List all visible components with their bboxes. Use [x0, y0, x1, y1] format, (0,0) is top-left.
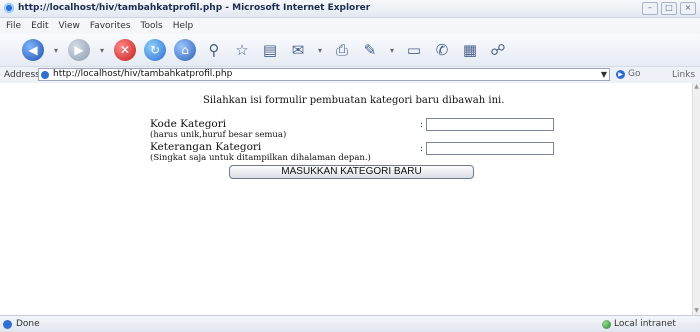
- kode-kategori-label: Kode Kategori: [150, 118, 227, 130]
- address-bar: Address http://localhost/hiv/tambahkatpr…: [0, 66, 700, 84]
- people-icon[interactable]: ☍: [488, 39, 508, 61]
- menu-tools[interactable]: Tools: [141, 21, 163, 31]
- forward-dropdown-icon[interactable]: ▾: [98, 39, 106, 61]
- print-icon[interactable]: ⎙: [332, 39, 352, 61]
- maximize-icon[interactable]: □: [661, 2, 677, 15]
- submit-kategori-button[interactable]: MASUKKAN KATEGORI BARU: [229, 165, 474, 179]
- keterangan-colon: :: [420, 144, 424, 154]
- address-input[interactable]: http://localhost/hiv/tambahkatprofil.php…: [38, 68, 610, 81]
- menu-favorites[interactable]: Favorites: [90, 21, 131, 31]
- security-zone: Local intranet: [602, 319, 676, 329]
- intranet-globe-icon: [602, 319, 611, 329]
- toolbar: ◀ ▾ ▶ ▾ ✕ ↻ ⌂ ⚲ ☆ ▤ ✉ ▾ ⎙ ✎ ▾ ▭ ✆ ▦ ☍: [0, 34, 700, 66]
- address-label: Address: [4, 70, 40, 80]
- address-dropdown-icon[interactable]: ▼: [601, 69, 607, 80]
- forward-icon[interactable]: ▶: [68, 39, 90, 61]
- close-icon[interactable]: ×: [680, 2, 696, 15]
- title-bar: http://localhost/hiv/tambahkatprofil.php…: [0, 0, 700, 18]
- kode-colon: :: [420, 120, 424, 130]
- favorites-star-icon[interactable]: ☆: [232, 39, 252, 61]
- status-page-icon: [3, 320, 12, 329]
- go-arrow-icon: ▶: [616, 69, 625, 79]
- kode-kategori-hint: (harus unik,huruf besar semua): [150, 130, 287, 140]
- go-button[interactable]: ▶ Go: [616, 69, 640, 79]
- menu-view[interactable]: View: [59, 21, 80, 31]
- home-icon[interactable]: ⌂: [174, 39, 196, 61]
- research-icon[interactable]: ▦: [460, 39, 480, 61]
- ie-logo-icon: [4, 3, 14, 13]
- back-dropdown-icon[interactable]: ▾: [52, 39, 60, 61]
- edit-icon[interactable]: ✎: [360, 39, 380, 61]
- keterangan-kategori-hint: (Singkat saja untuk ditampilkan dihalama…: [150, 153, 371, 163]
- kode-kategori-input[interactable]: [426, 118, 554, 131]
- refresh-icon[interactable]: ↻: [144, 39, 166, 61]
- menu-help[interactable]: Help: [173, 21, 194, 31]
- edit-dropdown-icon[interactable]: ▾: [388, 39, 396, 61]
- page-icon: [41, 71, 49, 79]
- keterangan-kategori-label: Keterangan Kategori: [150, 141, 262, 153]
- discuss-icon[interactable]: ▭: [404, 39, 424, 61]
- scroll-down-icon[interactable]: ▼: [693, 307, 700, 315]
- window-title: http://localhost/hiv/tambahkatprofil.php…: [18, 3, 371, 13]
- menu-edit[interactable]: Edit: [31, 21, 48, 31]
- form-intro: Silahkan isi formulir pembuatan kategori…: [203, 95, 505, 106]
- links-button[interactable]: Links: [672, 70, 695, 80]
- stop-icon[interactable]: ✕: [114, 39, 136, 61]
- menu-bar: File Edit View Favorites Tools Help: [0, 18, 700, 34]
- search-icon[interactable]: ⚲: [204, 39, 224, 61]
- back-icon[interactable]: ◀: [22, 39, 44, 61]
- minimize-icon[interactable]: –: [642, 2, 658, 15]
- messenger-icon[interactable]: ✆: [432, 39, 452, 61]
- menu-file[interactable]: File: [6, 21, 21, 31]
- go-label: Go: [628, 69, 641, 79]
- keterangan-kategori-input[interactable]: [426, 142, 554, 155]
- window-controls: – □ ×: [642, 2, 696, 15]
- scroll-up-icon[interactable]: ▲: [693, 83, 700, 91]
- status-text: Done: [16, 319, 40, 329]
- history-icon[interactable]: ▤: [260, 39, 280, 61]
- page-content: Silahkan isi formulir pembuatan kategori…: [0, 83, 692, 315]
- address-url[interactable]: http://localhost/hiv/tambahkatprofil.php: [53, 69, 232, 80]
- vertical-scrollbar[interactable]: ▲ ▼: [692, 83, 700, 315]
- mail-dropdown-icon[interactable]: ▾: [316, 39, 324, 61]
- zone-label: Local intranet: [614, 319, 676, 329]
- mail-icon[interactable]: ✉: [288, 39, 308, 61]
- status-bar: Done Local intranet: [0, 315, 700, 332]
